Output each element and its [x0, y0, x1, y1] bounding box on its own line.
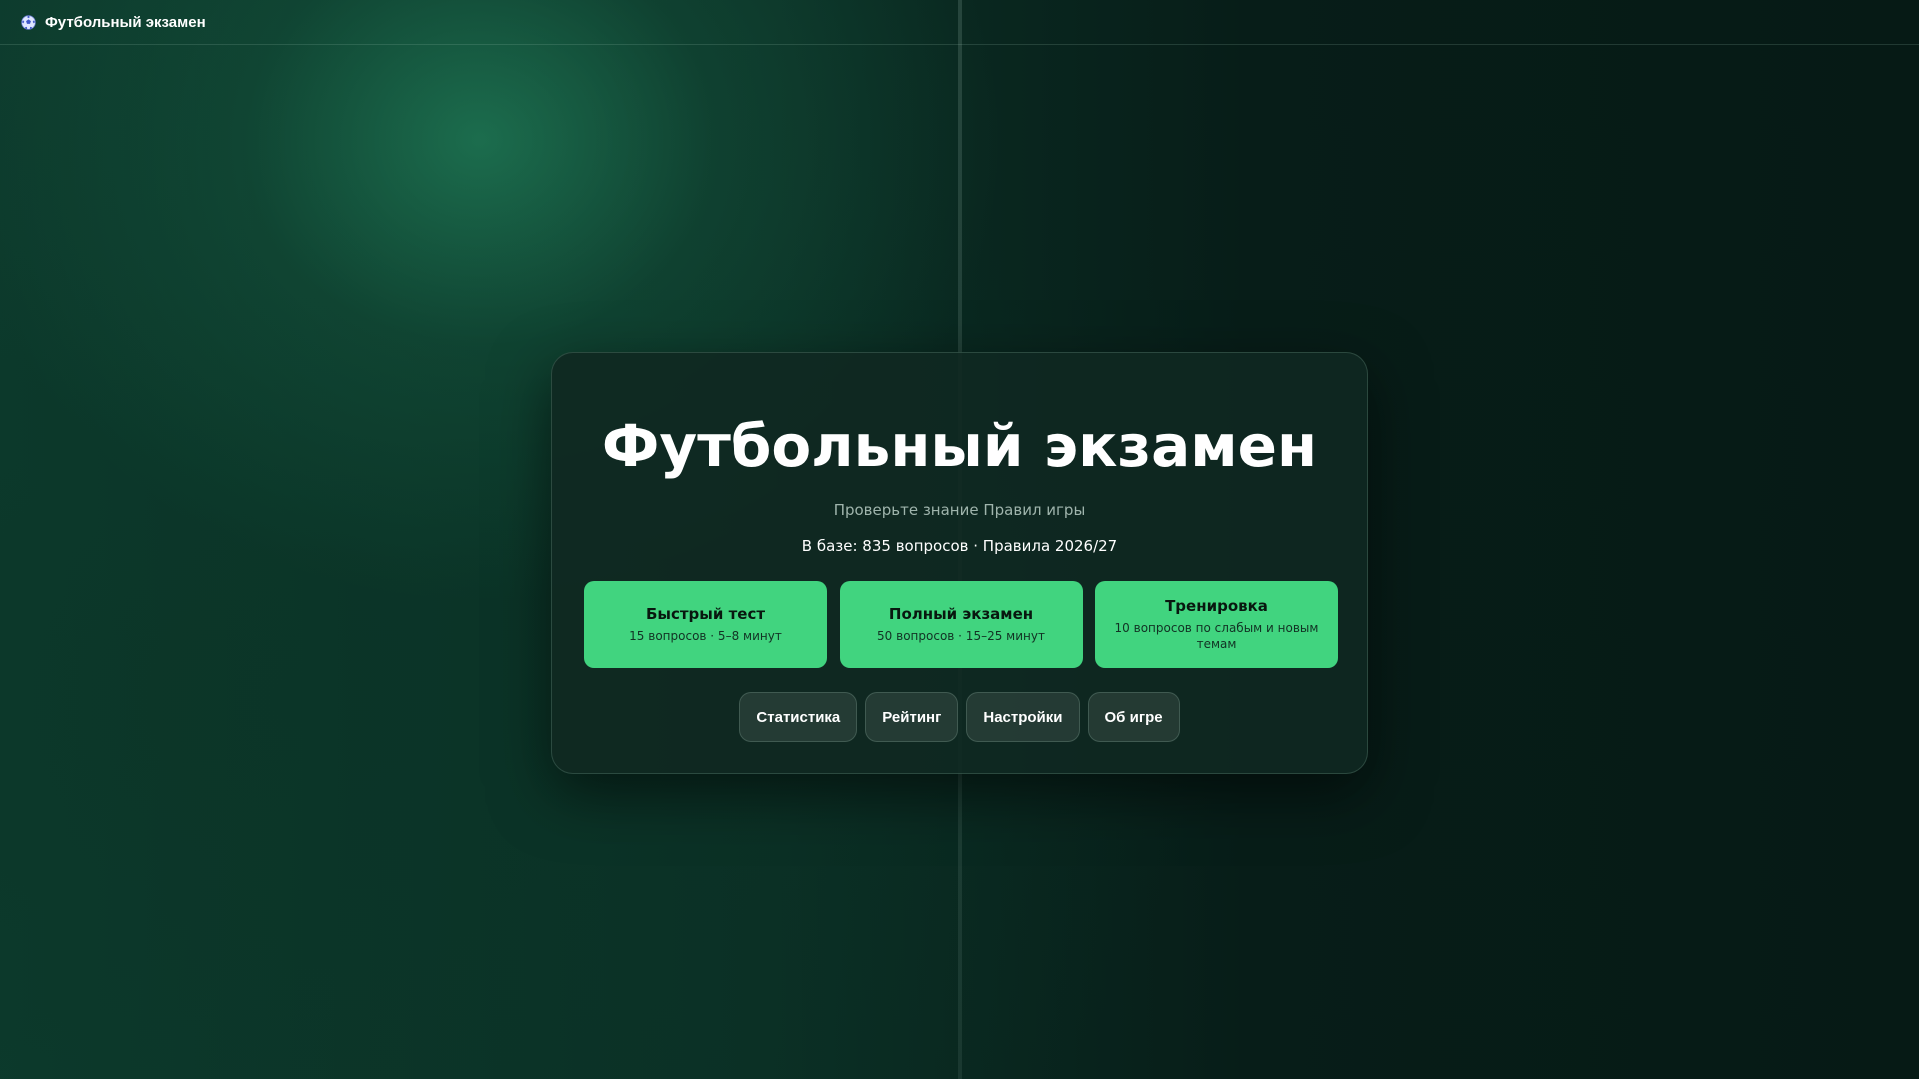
- database-info: В базе: 835 вопросов · Правила 2026/27: [801, 537, 1118, 555]
- app-title[interactable]: Футбольный экзамен: [45, 14, 206, 31]
- page-subtitle: Проверьте знание Правил игры: [833, 501, 1086, 519]
- settings-button[interactable]: Настройки: [966, 692, 1080, 742]
- start-card: Футбольный экзамен Проверьте знание Прав…: [551, 352, 1368, 774]
- mode-description: 50 вопросов · 15–25 минут: [877, 629, 1045, 643]
- secondary-nav: Статистика Рейтинг Настройки Об игре: [552, 692, 1367, 742]
- statistics-button[interactable]: Статистика: [739, 692, 858, 742]
- mode-title: Полный экзамен: [888, 605, 1034, 623]
- quick-test-button[interactable]: Быстрый тест 15 вопросов · 5–8 минут: [584, 581, 827, 668]
- top-bar: Футбольный экзамен: [0, 0, 1919, 45]
- rating-button[interactable]: Рейтинг: [865, 692, 959, 742]
- mode-description: 15 вопросов · 5–8 минут: [629, 629, 782, 643]
- full-exam-button[interactable]: Полный экзамен 50 вопросов · 15–25 минут: [839, 581, 1083, 668]
- mode-title: Тренировка: [1165, 597, 1268, 615]
- mode-title: Быстрый тест: [645, 605, 766, 623]
- page-title: Футбольный экзамен: [601, 412, 1318, 480]
- mode-description: 10 вопросов по слабым и новым темам: [1114, 621, 1319, 651]
- training-button[interactable]: Тренировка 10 вопросов по слабым и новым…: [1095, 581, 1338, 668]
- about-button[interactable]: Об игре: [1087, 692, 1180, 742]
- soccer-ball-icon: [21, 14, 36, 30]
- mode-buttons: Быстрый тест 15 вопросов · 5–8 минут Пол…: [584, 581, 1338, 668]
